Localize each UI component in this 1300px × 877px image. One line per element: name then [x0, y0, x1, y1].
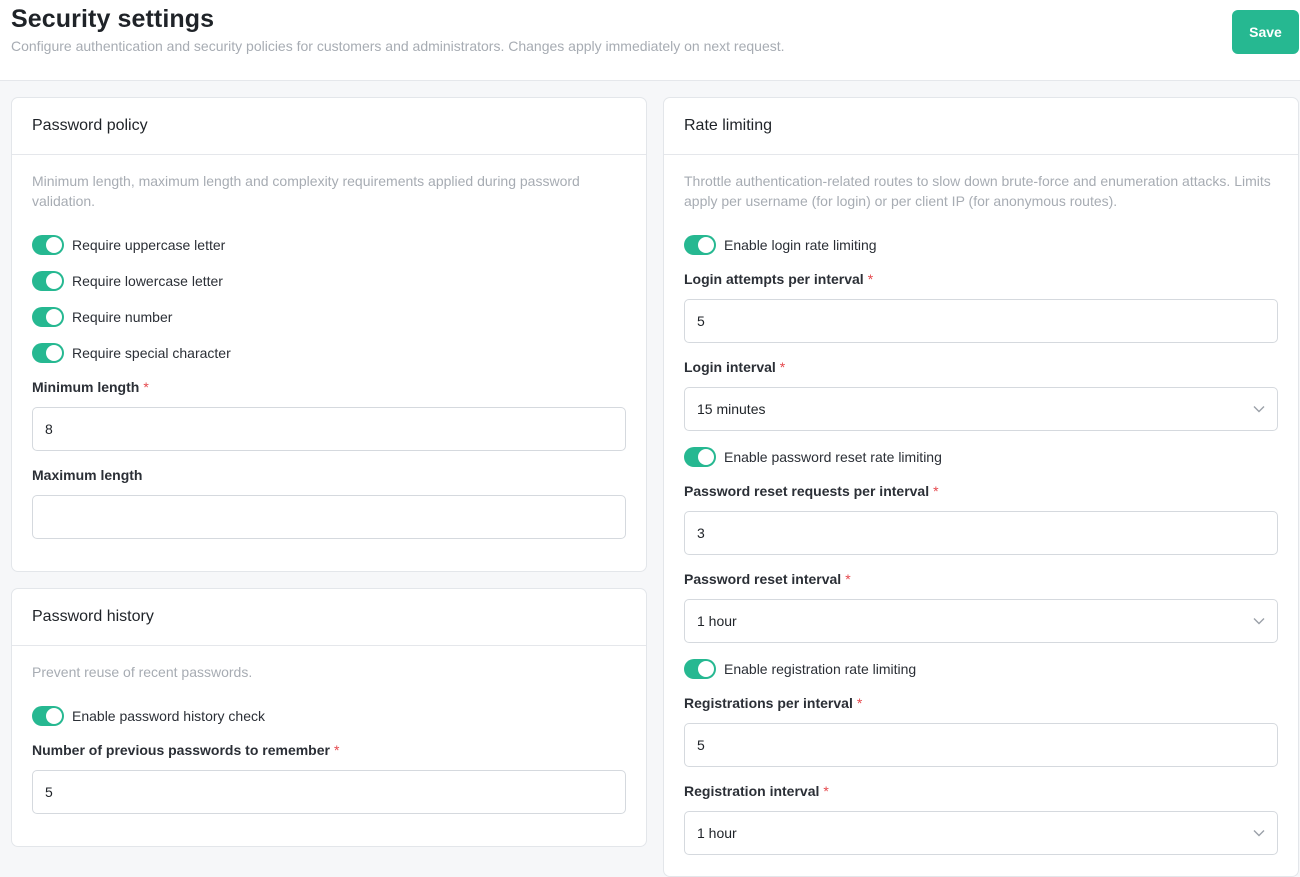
remember-passwords-input[interactable] — [32, 770, 626, 814]
required-mark: * — [933, 483, 939, 499]
registration-interval-value: 1 hour — [697, 825, 737, 841]
required-mark: * — [823, 783, 829, 799]
password-policy-description: Minimum length, maximum length and compl… — [32, 173, 580, 209]
rate-limiting-header: Rate limiting — [664, 98, 1298, 155]
password-policy-body: Minimum length, maximum length and compl… — [12, 155, 646, 571]
special-character-toggle[interactable] — [32, 343, 64, 363]
registration-interval-label-text: Registration interval — [684, 783, 820, 799]
toggle-row-number: Require number — [32, 307, 172, 327]
remember-passwords-label-text: Number of previous passwords to remember — [32, 742, 330, 758]
rate-limiting-body: Throttle authentication-related routes t… — [664, 155, 1298, 876]
toggle-row-login: Enable login rate limiting — [684, 235, 877, 255]
reset-requests-label: Password reset requests per interval * — [684, 483, 939, 499]
uppercase-toggle-label: Require uppercase letter — [72, 237, 226, 253]
toggle-row-history: Enable password history check — [32, 706, 265, 726]
remember-passwords-label: Number of previous passwords to remember… — [32, 742, 339, 758]
login-attempts-input[interactable] — [684, 299, 1278, 343]
minimum-length-label: Minimum length * — [32, 379, 149, 395]
login-attempts-label: Login attempts per interval * — [684, 271, 873, 287]
password-policy-header: Password policy — [12, 98, 646, 155]
registrations-input[interactable] — [684, 723, 1278, 767]
login-interval-label: Login interval * — [684, 359, 785, 375]
rate-limiting-description: Throttle authentication-related routes t… — [684, 173, 1271, 209]
lowercase-toggle-label: Require lowercase letter — [72, 273, 223, 289]
password-reset-rate-limit-toggle-label: Enable password reset rate limiting — [724, 449, 942, 465]
reset-interval-label: Password reset interval * — [684, 571, 851, 587]
toggle-row-lowercase: Require lowercase letter — [32, 271, 223, 291]
number-toggle-label: Require number — [72, 309, 173, 325]
password-history-title: Password history — [32, 608, 154, 625]
toggle-row-registration: Enable registration rate limiting — [684, 659, 916, 679]
rate-limiting-card: Rate limiting Throttle authentication-re… — [663, 97, 1299, 877]
required-mark: * — [867, 271, 874, 287]
password-history-toggle-label: Enable password history check — [72, 708, 265, 724]
chevron-down-icon — [1253, 830, 1265, 837]
page-subtitle: Configure authentication and security po… — [11, 38, 785, 54]
password-history-body: Prevent reuse of recent passwords. Enabl… — [12, 646, 646, 846]
reset-requests-label-text: Password reset requests per interval — [684, 483, 930, 499]
password-history-description: Prevent reuse of recent passwords. — [32, 664, 253, 680]
password-history-toggle[interactable] — [32, 706, 64, 726]
required-mark: * — [333, 742, 340, 758]
login-rate-limit-toggle-label: Enable login rate limiting — [724, 237, 877, 253]
password-policy-card: Password policy Minimum length, maximum … — [11, 97, 647, 572]
registration-interval-select[interactable]: 1 hour — [684, 811, 1278, 855]
toggle-knob — [46, 309, 62, 325]
uppercase-toggle[interactable] — [32, 235, 64, 255]
registrations-label: Registrations per interval * — [684, 695, 862, 711]
login-interval-value: 15 minutes — [697, 401, 766, 417]
toggle-knob — [46, 345, 62, 361]
registrations-label-text: Registrations per interval — [684, 695, 853, 711]
minimum-length-input[interactable] — [32, 407, 626, 451]
toggle-knob — [698, 661, 714, 677]
maximum-length-input[interactable] — [32, 495, 626, 539]
registration-rate-limit-toggle-label: Enable registration rate limiting — [724, 661, 917, 677]
login-interval-label-text: Login interval — [684, 359, 776, 375]
password-history-card: Password history Prevent reuse of recent… — [11, 588, 647, 847]
toggle-knob — [46, 273, 62, 289]
chevron-down-icon — [1253, 618, 1265, 625]
maximum-length-label-text: Maximum length — [32, 467, 143, 483]
page-title: Security settings — [11, 5, 215, 33]
password-history-header: Password history — [12, 589, 646, 646]
required-mark: * — [856, 695, 863, 711]
chevron-down-icon — [1253, 406, 1265, 413]
registration-rate-limit-toggle[interactable] — [684, 659, 716, 679]
minimum-length-label-text: Minimum length — [32, 379, 140, 395]
required-mark: * — [845, 571, 851, 587]
toggle-knob — [46, 708, 62, 724]
save-button[interactable]: Save — [1232, 10, 1299, 54]
login-interval-select[interactable]: 15 minutes — [684, 387, 1278, 431]
page-header: Security settings Configure authenticati… — [0, 0, 1300, 81]
required-mark: * — [143, 379, 149, 395]
toggle-row-uppercase: Require uppercase letter — [32, 235, 225, 255]
reset-interval-select[interactable]: 1 hour — [684, 599, 1278, 643]
login-rate-limit-toggle[interactable] — [684, 235, 716, 255]
login-attempts-label-text: Login attempts per interval — [684, 271, 864, 287]
password-policy-title: Password policy — [32, 117, 148, 134]
toggle-knob — [698, 237, 714, 253]
rate-limiting-title: Rate limiting — [684, 117, 773, 134]
reset-requests-input[interactable] — [684, 511, 1278, 555]
toggle-row-reset: Enable password reset rate limiting — [684, 447, 942, 467]
toggle-knob — [698, 449, 714, 465]
special-character-toggle-label: Require special character — [72, 345, 231, 361]
password-reset-rate-limit-toggle[interactable] — [684, 447, 716, 467]
required-mark: * — [779, 359, 786, 375]
lowercase-toggle[interactable] — [32, 271, 64, 291]
reset-interval-value: 1 hour — [697, 613, 737, 629]
toggle-knob — [46, 237, 62, 253]
maximum-length-label: Maximum length — [32, 467, 142, 483]
number-toggle[interactable] — [32, 307, 64, 327]
registration-interval-label: Registration interval * — [684, 783, 829, 799]
toggle-row-special: Require special character — [32, 343, 231, 363]
reset-interval-label-text: Password reset interval — [684, 571, 842, 587]
